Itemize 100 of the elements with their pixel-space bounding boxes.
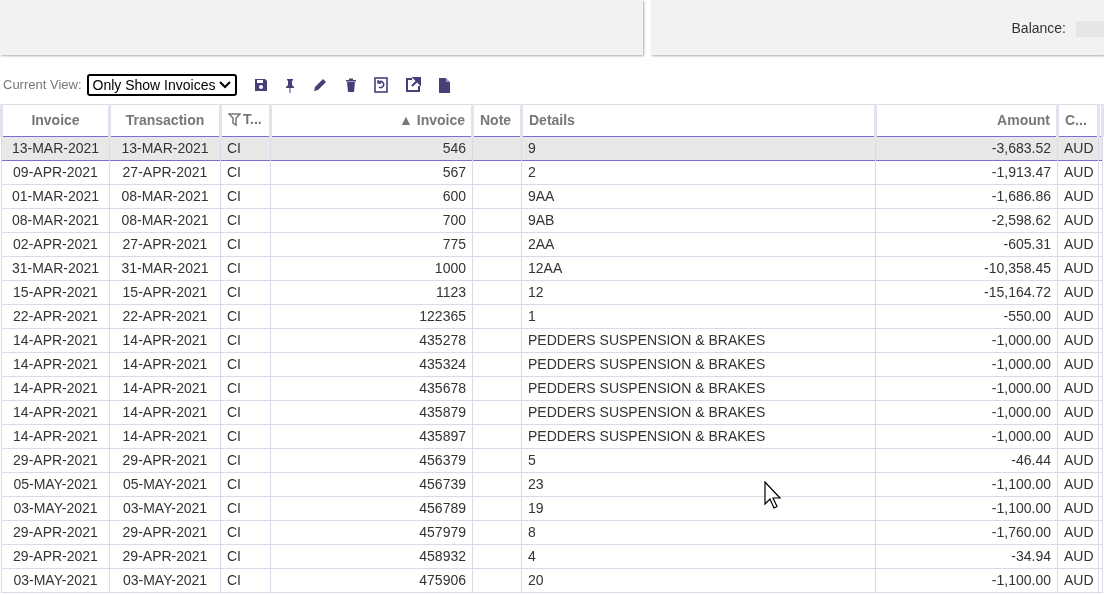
table-cell: AUD [1064, 500, 1094, 516]
table-cell: 9AA [528, 188, 555, 204]
table-cell: 08-MAR-2021 [121, 212, 209, 228]
table-row[interactable]: 02-APR-2021 27-APR-2021 CI 775 2AA -605.31 AUD [1, 232, 1103, 257]
external-link-icon[interactable] [405, 77, 422, 93]
view-dropdown[interactable]: Only Show Invoices [86, 74, 238, 96]
table-cell: 435278 [419, 332, 466, 348]
table-cell: 435897 [419, 428, 466, 444]
table-cell: 14-APR-2021 [13, 332, 98, 348]
table-row[interactable]: 29-APR-2021 29-APR-2021 CI 457979 8 -1,760.00 AUD [1, 520, 1103, 545]
table-cell: 23 [528, 476, 544, 492]
table-cell: AUD [1064, 524, 1094, 540]
table-row[interactable]: 03-MAY-2021 03-MAY-2021 CI 456789 19 -1,100.00 AUD [1, 496, 1103, 521]
table-row[interactable]: 14-APR-2021 14-APR-2021 CI 435897 PEDDERS SUSPENSION & BRAKES -1,000.00 AUD [1, 424, 1103, 449]
table-cell: 29-APR-2021 [122, 548, 208, 564]
table-cell: CI [227, 164, 241, 180]
table-cell: 01-MAR-2021 [11, 188, 100, 204]
table-cell: 22-APR-2021 [13, 308, 98, 324]
table-cell: 08-MAR-2021 [121, 188, 209, 204]
table-cell: 600 [442, 188, 466, 204]
table-cell: PEDDERS SUSPENSION & BRAKES [528, 356, 766, 372]
table-cell: AUD [1064, 164, 1094, 180]
table-cell: 4 [528, 548, 536, 564]
table-cell: 29-APR-2021 [13, 548, 98, 564]
table-cell: -1,686.86 [991, 188, 1051, 204]
table-cell: -10,358.45 [984, 260, 1051, 276]
table-cell: AUD [1064, 140, 1094, 156]
filter-icon[interactable] [228, 113, 241, 126]
table-cell: CI [227, 452, 241, 468]
table-row[interactable]: 29-APR-2021 29-APR-2021 CI 456379 5 -46.44 AUD [1, 448, 1103, 473]
table-cell: -1,100.00 [991, 572, 1051, 588]
table-cell: -3,683.52 [991, 140, 1051, 156]
table-row[interactable]: 13-MAR-2021 13-MAR-2021 CI 546 9 -3,683.52 AUD [1, 136, 1103, 161]
table-cell: -1,000.00 [991, 380, 1051, 396]
table-cell: 14-APR-2021 [122, 404, 208, 420]
table-cell: 14-APR-2021 [13, 428, 98, 444]
table-row[interactable]: 01-MAR-2021 08-MAR-2021 CI 600 9AA -1,686.86 AUD [1, 184, 1103, 209]
table-cell: 20 [528, 572, 544, 588]
table-cell: 27-APR-2021 [122, 164, 208, 180]
table-cell: CI [227, 212, 241, 228]
table-row[interactable]: 29-APR-2021 29-APR-2021 CI 458932 4 -34.94 AUD [1, 544, 1103, 569]
trash-icon[interactable] [345, 78, 358, 92]
table-cell: CI [227, 428, 241, 444]
table-cell: 09-APR-2021 [13, 164, 98, 180]
pin-icon[interactable] [285, 77, 296, 93]
table-cell: 02-APR-2021 [13, 236, 98, 252]
table-cell: 5 [528, 452, 536, 468]
table-row[interactable]: 05-MAY-2021 05-MAY-2021 CI 456739 23 -1,100.00 AUD [1, 472, 1103, 497]
table-cell: 29-APR-2021 [13, 452, 98, 468]
table-cell: -1,913.47 [991, 164, 1051, 180]
table-cell: AUD [1064, 260, 1094, 276]
table-cell: 14-APR-2021 [122, 428, 208, 444]
table-cell: 1 [528, 308, 536, 324]
table-cell: 14-APR-2021 [13, 356, 98, 372]
pencil-icon[interactable] [312, 77, 329, 93]
table-cell: 13-MAR-2021 [121, 140, 209, 156]
table-cell: CI [227, 188, 241, 204]
table-cell: 14-APR-2021 [122, 332, 208, 348]
table-row[interactable]: 14-APR-2021 14-APR-2021 CI 435278 PEDDERS SUSPENSION & BRAKES -1,000.00 AUD [1, 328, 1103, 353]
table-cell: 03-MAY-2021 [122, 572, 208, 588]
table-cell: 12AA [528, 260, 563, 276]
table-cell: CI [227, 476, 241, 492]
table-cell: 2 [528, 164, 536, 180]
table-cell: -2,598.62 [991, 212, 1051, 228]
table-cell: AUD [1064, 356, 1094, 372]
table-row[interactable]: 14-APR-2021 14-APR-2021 CI 435324 PEDDERS SUSPENSION & BRAKES -1,000.00 AUD [1, 352, 1103, 377]
table-cell: 9AB [528, 212, 555, 228]
table-row[interactable]: 08-MAR-2021 08-MAR-2021 CI 700 9AB -2,598.62 AUD [1, 208, 1103, 233]
table-row[interactable]: 22-APR-2021 22-APR-2021 CI 122365 1 -550.00 AUD [1, 304, 1103, 329]
table-cell: -1,000.00 [991, 332, 1051, 348]
table-cell: AUD [1064, 428, 1094, 444]
table-cell: 435879 [419, 404, 466, 420]
table-cell: 456379 [419, 452, 466, 468]
table-cell: 775 [442, 236, 466, 252]
document-icon[interactable] [438, 77, 451, 93]
table-cell: CI [227, 356, 241, 372]
table-cell: PEDDERS SUSPENSION & BRAKES [528, 380, 766, 396]
restore-icon[interactable] [374, 77, 389, 93]
table-row[interactable]: 09-APR-2021 27-APR-2021 CI 567 2 -1,913.47 AUD [1, 160, 1103, 185]
table-cell: AUD [1064, 476, 1094, 492]
table-cell: 14-APR-2021 [122, 356, 208, 372]
table-cell: -605.31 [1003, 236, 1051, 252]
table-cell: CI [227, 500, 241, 516]
table-row[interactable]: 15-APR-2021 15-APR-2021 CI 1123 12 -15,164.72 AUD [1, 280, 1103, 305]
table-row[interactable]: 03-MAY-2021 03-MAY-2021 CI 475906 20 -1,100.00 AUD [1, 568, 1103, 593]
table-cell: 03-MAY-2021 [13, 500, 98, 516]
table-cell: AUD [1064, 332, 1094, 348]
table-cell: -34.94 [1011, 548, 1051, 564]
table-cell: CI [227, 308, 241, 324]
table-cell: 458932 [419, 548, 466, 564]
table-row[interactable]: 31-MAR-2021 31-MAR-2021 CI 1000 12AA -10,358.45 AUD [1, 256, 1103, 281]
table-cell: 03-MAY-2021 [13, 572, 98, 588]
table-cell: 31-MAR-2021 [11, 260, 100, 276]
table-cell: AUD [1064, 212, 1094, 228]
table-cell: CI [227, 140, 241, 156]
save-icon[interactable] [254, 78, 269, 92]
table-row[interactable]: 14-APR-2021 14-APR-2021 CI 435879 PEDDERS SUSPENSION & BRAKES -1,000.00 AUD [1, 400, 1103, 425]
table-cell: CI [227, 524, 241, 540]
table-row[interactable]: 14-APR-2021 14-APR-2021 CI 435678 PEDDERS SUSPENSION & BRAKES -1,000.00 AUD [1, 376, 1103, 401]
table-cell: AUD [1064, 452, 1094, 468]
